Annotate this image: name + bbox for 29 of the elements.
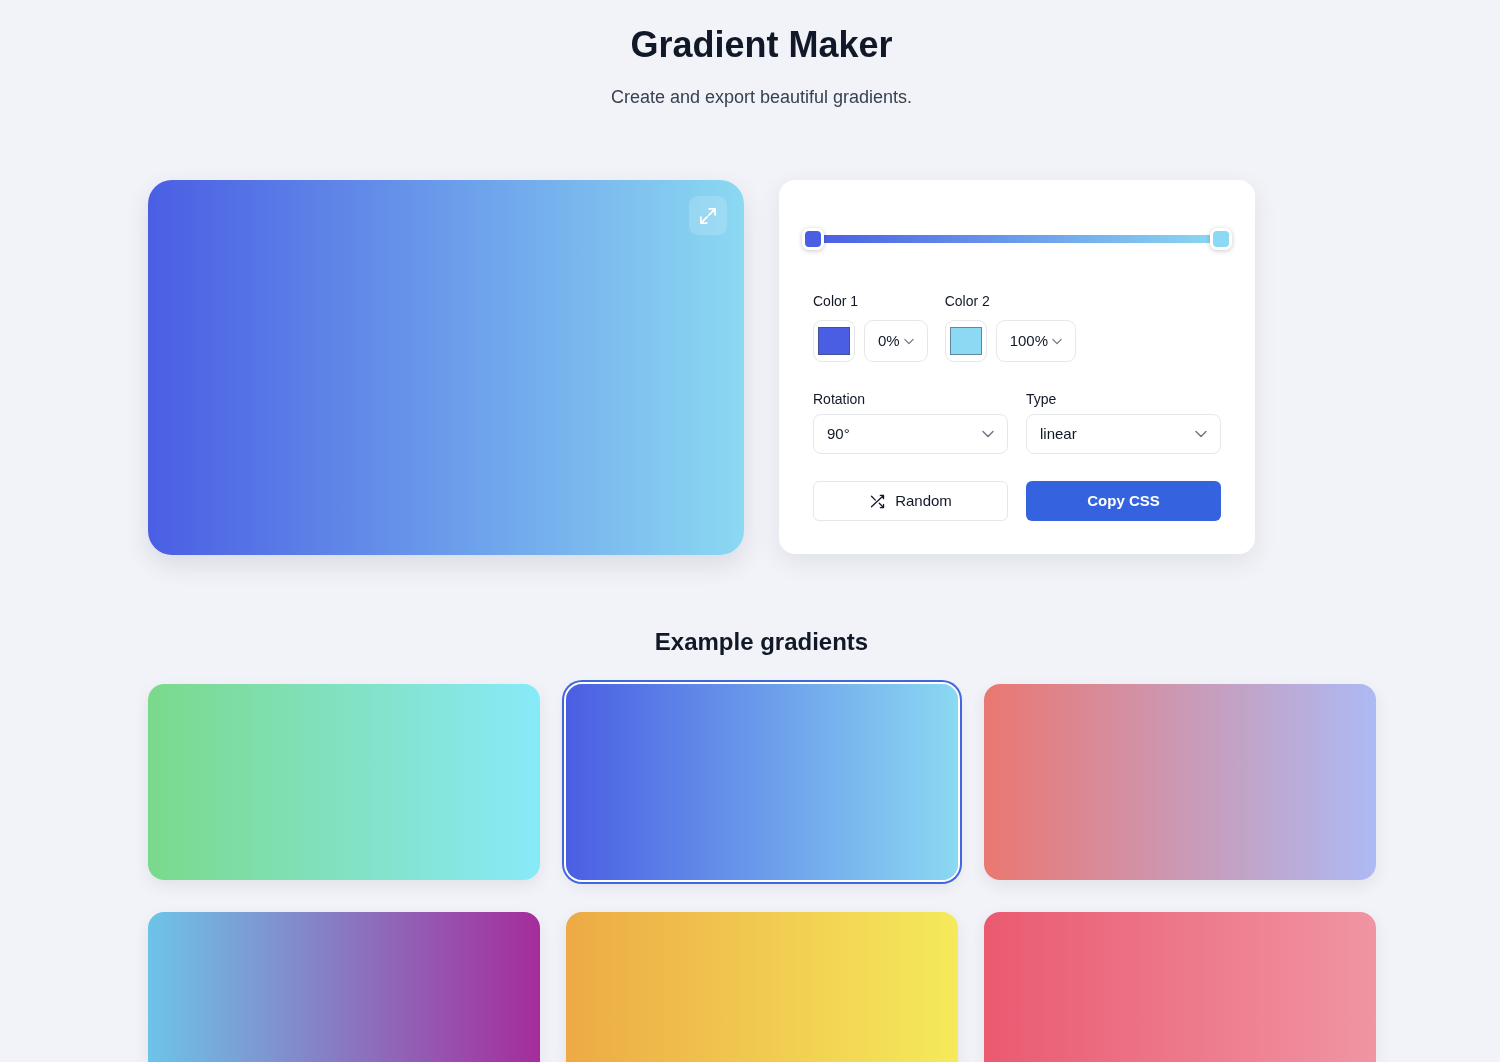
page-title: Gradient Maker	[629, 24, 894, 66]
chevron-down-icon	[903, 337, 914, 345]
gradient-swatch[interactable]	[148, 912, 540, 1062]
dropdown-select[interactable]: linear	[1026, 414, 1221, 454]
copy-css-button[interactable]: Copy CSS	[1026, 481, 1221, 521]
gradient-swatch[interactable]	[984, 684, 1376, 880]
gradient-swatch[interactable]	[148, 684, 540, 880]
slider-handle[interactable]	[1210, 228, 1232, 250]
position-select[interactable]: 0%	[864, 320, 928, 362]
random-button[interactable]: Random	[813, 481, 1008, 521]
gradient-swatch[interactable]	[984, 912, 1376, 1062]
slider-handle[interactable]	[802, 228, 824, 250]
color-picker-button[interactable]	[813, 320, 855, 362]
section-heading: Example gradients	[653, 627, 870, 657]
chevron-down-icon	[982, 430, 994, 438]
chevron-down-icon	[1052, 337, 1063, 345]
gradient-swatch[interactable]	[566, 912, 958, 1062]
field-label: Color 1	[813, 292, 860, 311]
expand-button[interactable]	[689, 196, 727, 235]
page-subtitle: Create and export beautiful gradients.	[609, 86, 914, 109]
chevron-down-icon	[1195, 430, 1207, 438]
field-label: Type	[1026, 390, 1058, 409]
color-picker-button[interactable]	[944, 320, 987, 362]
position-select[interactable]: 100%	[995, 320, 1077, 362]
dropdown-select[interactable]: 90°	[813, 414, 1008, 454]
expand-icon	[698, 205, 718, 226]
shuffle-icon	[869, 492, 887, 510]
field-label: Rotation	[813, 390, 867, 409]
field-label: Color 2	[944, 292, 991, 311]
